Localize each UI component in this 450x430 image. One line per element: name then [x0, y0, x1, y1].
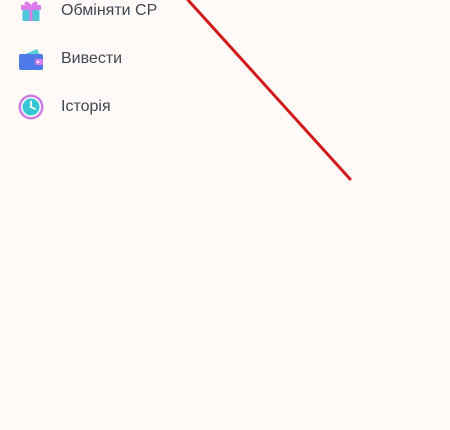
menu-item-withdraw[interactable]: Вивести	[16, 44, 122, 74]
menu-item-history[interactable]: Історія	[16, 92, 111, 122]
wallet-icon	[16, 44, 46, 74]
gift-icon	[16, 0, 46, 26]
menu-item-label: Історія	[61, 98, 111, 115]
menu-item-label: Вивести	[61, 50, 123, 67]
clock-icon	[16, 92, 46, 122]
menu-item-label: Обміняти СР	[61, 2, 158, 19]
menu-item-exchange-cp[interactable]: Обміняти СР	[16, 0, 157, 26]
